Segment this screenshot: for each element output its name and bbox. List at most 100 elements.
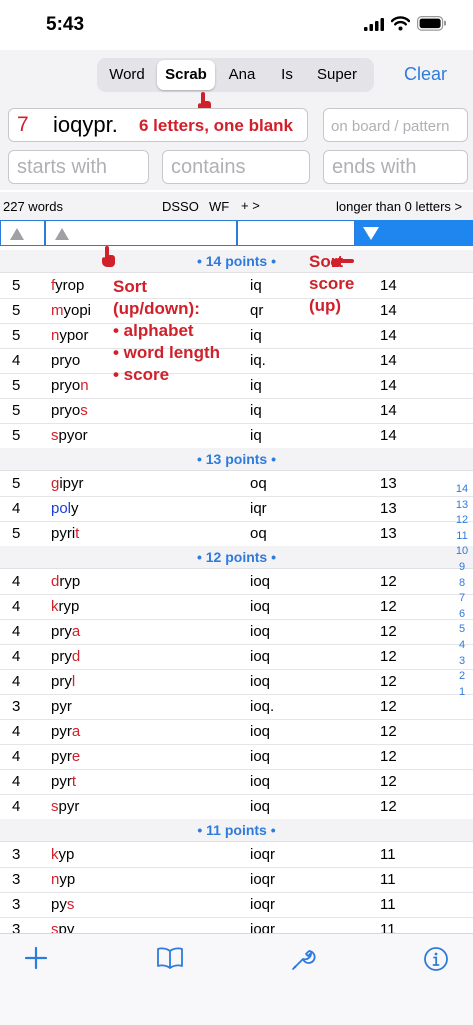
section-index-item[interactable]: 12 — [452, 513, 472, 529]
word-length: 5 — [12, 277, 21, 294]
word-row[interactable]: 3 pyr ioq. 12 — [0, 694, 473, 720]
remaining-letters: ioqr — [250, 871, 276, 888]
word-score: 12 — [380, 598, 397, 615]
section-index-item[interactable]: 7 — [452, 591, 472, 607]
word-score: 11 — [380, 871, 396, 888]
word-text: pyrt — [51, 773, 76, 790]
remaining-letters: ioq — [250, 798, 271, 815]
word-row[interactable]: 5 nypor iq 14 — [0, 323, 473, 349]
segment-is[interactable]: Is — [269, 60, 305, 90]
section-index-item[interactable]: 3 — [452, 654, 472, 670]
word-row[interactable]: 5 myopi qr 14 — [0, 298, 473, 324]
word-segment: t — [71, 773, 77, 790]
info-icon[interactable] — [423, 946, 449, 977]
remaining-letters: iq — [250, 402, 262, 419]
word-row[interactable]: 5 fyrop iq 14 — [0, 273, 473, 299]
plus-icon[interactable] — [24, 946, 48, 975]
board-pattern-input[interactable]: on board / pattern — [323, 108, 468, 142]
section-index-item[interactable]: 13 — [452, 498, 472, 514]
section-index-item[interactable]: 8 — [452, 576, 472, 592]
word-length: 4 — [12, 773, 21, 790]
letters-input[interactable]: 7 ioqypr. 6 letters, one blank — [8, 108, 308, 142]
section-index-item[interactable]: 6 — [452, 607, 472, 623]
word-row[interactable]: 4 pyra ioq 12 — [0, 719, 473, 745]
annotation-line: Sort — [113, 277, 147, 296]
word-row[interactable]: 4 pyrt ioq 12 — [0, 769, 473, 795]
section-index-item[interactable]: 1 — [452, 685, 472, 701]
remaining-letters: ioq — [250, 648, 271, 665]
section-index-item[interactable]: 14 — [452, 482, 472, 498]
clear-button[interactable]: Clear — [404, 64, 447, 85]
word-score: 12 — [380, 773, 397, 790]
section-index-item[interactable]: 4 — [452, 638, 472, 654]
word-row[interactable]: 5 pyrit oq 13 — [0, 521, 473, 547]
word-row[interactable]: 5 spyor iq 14 — [0, 423, 473, 449]
word-text: pyre — [51, 748, 80, 765]
word-row[interactable]: 4 dryp ioq 12 — [0, 569, 473, 595]
word-length: 4 — [12, 723, 21, 740]
sort-alphabet-button[interactable] — [45, 220, 237, 246]
battery-icon — [417, 16, 447, 36]
word-score: 14 — [380, 327, 397, 344]
word-filter-wf[interactable]: WF — [209, 199, 229, 214]
remaining-letters: ioq — [250, 598, 271, 615]
dictionary-dsso[interactable]: DSSO — [162, 199, 199, 214]
word-row[interactable]: 4 spyr ioq 12 — [0, 794, 473, 820]
section-index-item[interactable]: 11 — [452, 529, 472, 545]
mode-segmented-control: Word Scrab Ana Is Super — [97, 58, 374, 92]
contains-input[interactable]: contains — [162, 150, 310, 184]
word-segment: pyr — [51, 773, 72, 790]
word-row[interactable]: 5 gipyr oq 13 — [0, 471, 473, 497]
word-length: 4 — [12, 598, 21, 615]
annotation-line: (up) — [309, 296, 342, 315]
section-index-item[interactable]: 2 — [452, 669, 472, 685]
ends-with-input[interactable]: ends with — [323, 150, 468, 184]
wrench-icon[interactable] — [290, 946, 316, 977]
section-header: • 12 points • — [0, 546, 473, 569]
word-text: pyr — [51, 698, 72, 715]
board-pattern-placeholder: on board / pattern — [331, 118, 450, 135]
word-row[interactable]: 4 pyre ioq 12 — [0, 744, 473, 770]
book-icon[interactable] — [156, 946, 184, 975]
word-text: spyr — [51, 798, 79, 815]
sort-remaining-button[interactable] — [237, 220, 355, 246]
sort-length-button[interactable] — [0, 220, 45, 246]
annotation-line: score — [309, 274, 355, 293]
word-row[interactable]: 4 poly iqr 13 — [0, 496, 473, 522]
word-row[interactable]: 4 pryo iq. 14 — [0, 348, 473, 374]
word-row[interactable]: 4 pryd ioq 12 — [0, 644, 473, 670]
word-length: 4 — [12, 748, 21, 765]
remaining-letters: iq — [250, 427, 262, 444]
annotation-line: (up/down): — [113, 299, 200, 318]
remaining-letters: ioq. — [250, 698, 275, 715]
section-index[interactable]: 14 13 12 11 10 9 8 7 6 5 4 3 2 1 — [452, 482, 472, 700]
word-score: 14 — [380, 277, 397, 294]
word-row[interactable]: 4 prya ioq 12 — [0, 619, 473, 645]
word-segment: e — [71, 748, 81, 765]
segment-ana[interactable]: Ana — [215, 60, 269, 90]
word-text: nyp — [51, 871, 75, 888]
section-index-item[interactable]: 9 — [452, 560, 472, 576]
word-row[interactable]: 3 pys ioqr 11 — [0, 892, 473, 918]
section-index-item[interactable]: 5 — [452, 622, 472, 638]
word-row[interactable]: 4 kryp ioq 12 — [0, 594, 473, 620]
word-score: 14 — [380, 302, 397, 319]
section-index-item[interactable]: 10 — [452, 544, 472, 560]
word-row[interactable]: 3 kyp ioqr 11 — [0, 842, 473, 868]
sort-score-button[interactable] — [355, 220, 473, 246]
word-row[interactable]: 4 pryl ioq 12 — [0, 669, 473, 695]
segment-word[interactable]: Word — [97, 60, 157, 90]
segment-scrab[interactable]: Scrab — [157, 60, 215, 90]
segment-super[interactable]: Super — [305, 60, 369, 90]
length-filter-button[interactable]: longer than 0 letters > — [336, 199, 462, 214]
options-plus-button[interactable]: + > — [241, 198, 260, 213]
word-score: 14 — [380, 427, 397, 444]
word-text: myopi — [51, 302, 91, 319]
word-segment: k — [51, 846, 59, 863]
word-row[interactable]: 3 nyp ioqr 11 — [0, 867, 473, 893]
starts-with-input[interactable]: starts with — [8, 150, 149, 184]
word-row[interactable]: 5 pryos iq 14 — [0, 398, 473, 424]
word-row[interactable]: 5 pryon iq 14 — [0, 373, 473, 399]
sort-header — [0, 220, 473, 248]
word-segment: k — [51, 598, 59, 615]
